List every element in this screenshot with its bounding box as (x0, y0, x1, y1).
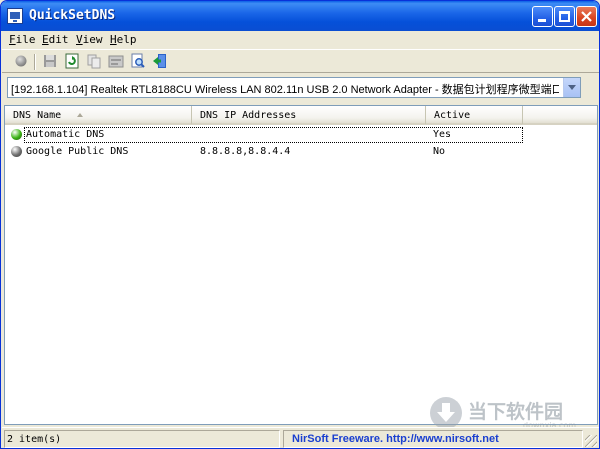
dropdown-arrow-button[interactable] (563, 78, 580, 97)
column-header-label: Active (434, 110, 471, 121)
cell-active: Yes (433, 129, 452, 140)
column-header-dns-name[interactable]: DNS Name (5, 106, 192, 124)
menu-file[interactable]: File (9, 33, 36, 46)
cell-dns-ip: 8.8.8.8,8.8.4.4 (200, 146, 291, 157)
save-icon[interactable] (42, 53, 58, 69)
close-icon (581, 11, 592, 22)
exit-icon[interactable] (152, 53, 168, 69)
download-logo-icon (430, 397, 462, 429)
column-header-label: DNS IP Addresses (200, 110, 297, 121)
column-header-dns-ip[interactable]: DNS IP Addresses (192, 106, 426, 124)
properties-icon[interactable] (108, 53, 124, 69)
minimize-button[interactable] (532, 6, 553, 27)
cell-active: No (433, 146, 446, 157)
find-icon[interactable] (130, 53, 146, 69)
column-header-label: DNS Name (13, 110, 62, 121)
copy-icon[interactable] (86, 53, 102, 69)
minimize-icon (538, 19, 546, 22)
activate-icon[interactable] (13, 53, 29, 69)
adapter-dropdown[interactable]: [192.168.1.104] Realtek RTL8188CU Wirele… (7, 77, 581, 98)
title-bar[interactable]: QuickSetDNS (1, 1, 599, 31)
close-button[interactable] (576, 6, 597, 27)
window-title: QuickSetDNS (29, 8, 116, 23)
app-icon[interactable] (7, 8, 23, 24)
sort-arrow-icon (77, 113, 83, 117)
toolbar (2, 49, 599, 73)
maximize-icon (559, 11, 570, 22)
dns-list[interactable]: DNS Name DNS IP Addresses Active Automat… (4, 105, 598, 425)
table-row[interactable]: Automatic DNS Yes (5, 127, 597, 143)
refresh-icon[interactable] (64, 53, 80, 69)
app-window: QuickSetDNS File Edit View Help [192.168… (0, 0, 600, 449)
status-bar: 2 item(s) NirSoft Freeware. http://www.n… (2, 427, 599, 448)
list-header: DNS Name DNS IP Addresses Active (5, 106, 597, 125)
adapter-selected-value: [192.168.1.104] Realtek RTL8188CU Wirele… (11, 84, 559, 96)
column-header-active[interactable]: Active (426, 106, 523, 124)
status-dot-icon (11, 129, 22, 140)
menu-help[interactable]: Help (110, 33, 137, 46)
item-count: 2 item(s) (4, 430, 280, 448)
menu-view[interactable]: View (76, 33, 103, 46)
cell-dns-name: Automatic DNS (26, 129, 105, 140)
watermark-text: 当下软件园 (468, 401, 564, 423)
nirsoft-link[interactable]: NirSoft Freeware. http://www.nirsoft.net (283, 430, 583, 448)
maximize-button[interactable] (554, 6, 575, 27)
resize-grip-icon[interactable] (585, 435, 597, 447)
menu-bar: File Edit View Help (2, 31, 599, 49)
status-dot-icon (11, 146, 22, 157)
table-row[interactable]: Google Public DNS 8.8.8.8,8.8.4.4 No (5, 144, 597, 160)
toolbar-separator (34, 54, 36, 70)
menu-edit[interactable]: Edit (42, 33, 69, 46)
cell-dns-name: Google Public DNS (26, 146, 129, 157)
watermark: 当下软件园 downxia.com (428, 395, 583, 431)
